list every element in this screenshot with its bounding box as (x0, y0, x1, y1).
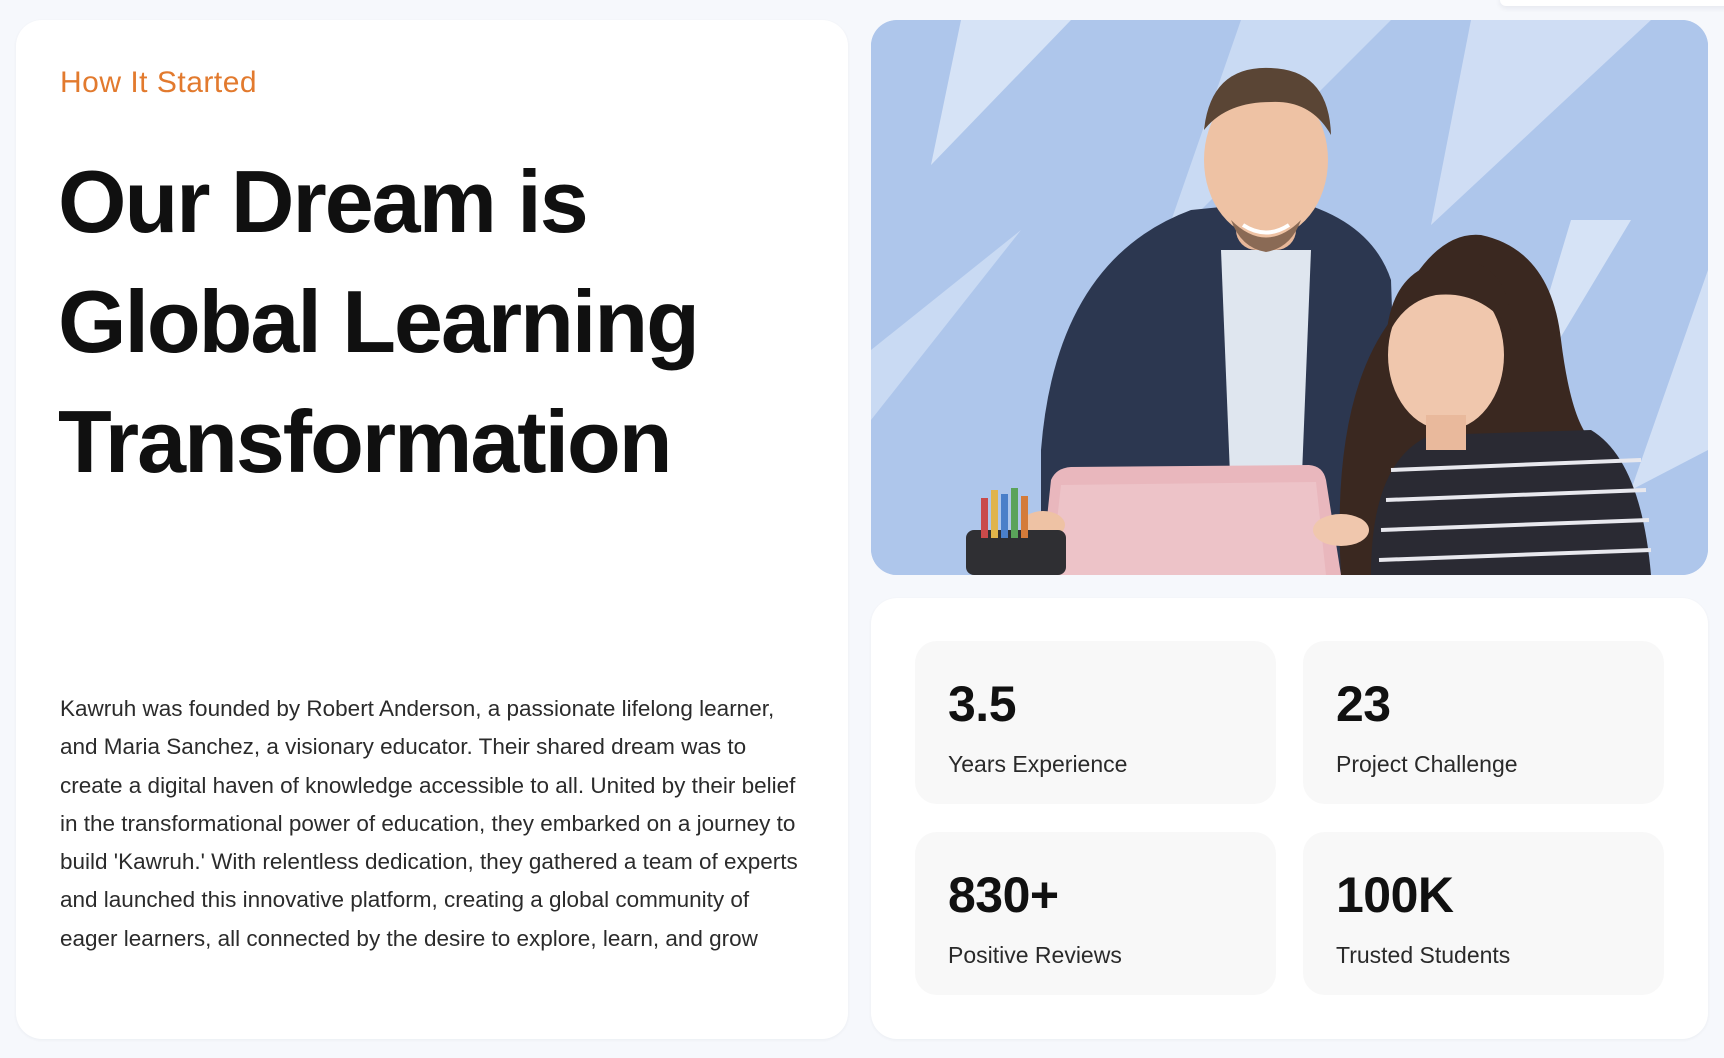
stat-label: Project Challenge (1336, 751, 1518, 777)
stat-positive-reviews: 830+ Positive Reviews (915, 832, 1276, 995)
stat-value: 830+ (948, 867, 1059, 923)
stat-years-experience: 3.5 Years Experience (915, 641, 1276, 804)
stat-value: 100K (1336, 867, 1454, 923)
stat-label: Years Experience (948, 751, 1128, 777)
header-edge (1500, 0, 1724, 6)
stats-card: 3.5 Years Experience 23 Project Challeng… (871, 598, 1708, 1039)
stat-trusted-students: 100K Trusted Students (1303, 832, 1664, 995)
story-card: How It Started Our Dream is Global Learn… (16, 20, 848, 1039)
section-eyebrow: How It Started (60, 66, 258, 99)
headline-line: Transformation (58, 392, 673, 491)
stat-value: 23 (1336, 676, 1391, 732)
hero-photo-illustration (871, 20, 1708, 575)
stat-label: Trusted Students (1336, 942, 1511, 968)
story-paragraph: Kawruh was founded by Robert Anderson, a… (60, 696, 798, 951)
headline-line: Global Learning (58, 272, 700, 371)
headline-line: Our Dream is (58, 152, 589, 251)
about-section: How It Started Our Dream is Global Learn… (0, 0, 1724, 1058)
stat-project-challenge: 23 Project Challenge (1303, 641, 1664, 804)
hero-image (871, 20, 1708, 575)
stat-label: Positive Reviews (948, 942, 1122, 968)
laptop (1041, 465, 1341, 575)
page-title: Our Dream is Global Learning Transformat… (58, 142, 818, 502)
stat-value: 3.5 (948, 676, 1017, 732)
